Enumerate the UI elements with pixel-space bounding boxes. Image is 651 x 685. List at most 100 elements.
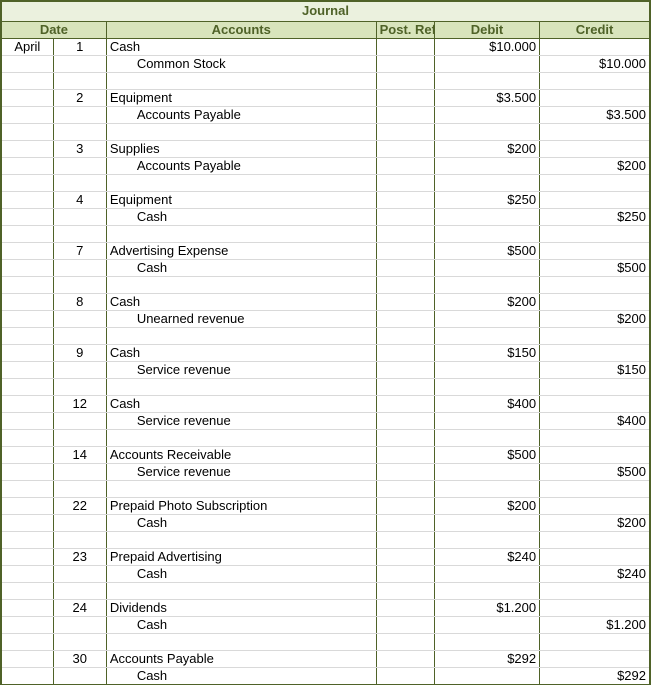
cell-post-ref[interactable]	[376, 242, 434, 259]
cell-month[interactable]	[1, 599, 53, 616]
cell-day[interactable]	[53, 259, 106, 276]
empty-cell[interactable]	[1, 378, 53, 395]
empty-cell[interactable]	[434, 72, 539, 89]
cell-day[interactable]	[53, 616, 106, 633]
empty-cell[interactable]	[1, 225, 53, 242]
empty-cell[interactable]	[540, 582, 650, 599]
cell-credit-amount[interactable]: $292	[540, 667, 650, 685]
empty-cell[interactable]	[53, 378, 106, 395]
cell-month[interactable]	[1, 259, 53, 276]
cell-credit-amount[interactable]: $500	[540, 259, 650, 276]
empty-cell[interactable]	[53, 327, 106, 344]
cell-post-ref[interactable]	[376, 344, 434, 361]
cell-debit-amount[interactable]: $3.500	[434, 89, 539, 106]
cell-debit-account[interactable]: Prepaid Advertising	[106, 548, 376, 565]
cell-credit-amount[interactable]: $200	[540, 310, 650, 327]
cell-post-ref[interactable]	[376, 38, 434, 55]
cell-post-ref[interactable]	[376, 191, 434, 208]
cell-post-ref[interactable]	[376, 395, 434, 412]
cell-day[interactable]: 3	[53, 140, 106, 157]
cell-credit-amount[interactable]: $150	[540, 361, 650, 378]
cell-month[interactable]	[1, 395, 53, 412]
empty-cell[interactable]	[106, 633, 376, 650]
empty-cell[interactable]	[1, 582, 53, 599]
empty-cell[interactable]	[434, 174, 539, 191]
cell-credit-amount[interactable]: $500	[540, 463, 650, 480]
empty-cell[interactable]	[376, 123, 434, 140]
cell-debit-amount[interactable]: $10.000	[434, 38, 539, 55]
empty-cell[interactable]	[376, 72, 434, 89]
cell-post-ref[interactable]	[376, 89, 434, 106]
cell-day[interactable]	[53, 310, 106, 327]
cell-day[interactable]	[53, 55, 106, 72]
cell-month[interactable]	[1, 140, 53, 157]
cell-day[interactable]	[53, 157, 106, 174]
cell-debit-amount[interactable]	[434, 412, 539, 429]
cell-month[interactable]	[1, 548, 53, 565]
cell-debit-amount[interactable]: $200	[434, 497, 539, 514]
cell-post-ref[interactable]	[376, 616, 434, 633]
cell-month[interactable]	[1, 242, 53, 259]
cell-day[interactable]: 7	[53, 242, 106, 259]
cell-day[interactable]: 9	[53, 344, 106, 361]
empty-cell[interactable]	[376, 378, 434, 395]
empty-cell[interactable]	[1, 174, 53, 191]
cell-credit-amount[interactable]	[540, 599, 650, 616]
cell-debit-amount[interactable]	[434, 463, 539, 480]
empty-cell[interactable]	[1, 480, 53, 497]
cell-debit-amount[interactable]	[434, 616, 539, 633]
cell-month[interactable]	[1, 55, 53, 72]
cell-month[interactable]	[1, 446, 53, 463]
empty-cell[interactable]	[53, 429, 106, 446]
cell-month[interactable]	[1, 344, 53, 361]
cell-debit-amount[interactable]: $200	[434, 293, 539, 310]
empty-cell[interactable]	[376, 633, 434, 650]
cell-month[interactable]	[1, 157, 53, 174]
cell-debit-amount[interactable]	[434, 514, 539, 531]
cell-credit-account[interactable]: Cash	[106, 667, 376, 685]
cell-credit-amount[interactable]: $10.000	[540, 55, 650, 72]
cell-credit-account[interactable]: Cash	[106, 208, 376, 225]
cell-credit-amount[interactable]	[540, 395, 650, 412]
cell-credit-account[interactable]: Accounts Payable	[106, 106, 376, 123]
cell-credit-amount[interactable]: $240	[540, 565, 650, 582]
cell-day[interactable]: 2	[53, 89, 106, 106]
empty-cell[interactable]	[376, 429, 434, 446]
cell-debit-amount[interactable]	[434, 565, 539, 582]
cell-debit-amount[interactable]: $500	[434, 242, 539, 259]
cell-credit-account[interactable]: Cash	[106, 514, 376, 531]
cell-debit-amount[interactable]	[434, 361, 539, 378]
cell-post-ref[interactable]	[376, 650, 434, 667]
cell-credit-amount[interactable]: $1.200	[540, 616, 650, 633]
cell-debit-amount[interactable]	[434, 157, 539, 174]
empty-cell[interactable]	[540, 633, 650, 650]
empty-cell[interactable]	[434, 378, 539, 395]
cell-debit-amount[interactable]	[434, 55, 539, 72]
cell-post-ref[interactable]	[376, 310, 434, 327]
cell-day[interactable]	[53, 106, 106, 123]
cell-credit-amount[interactable]	[540, 497, 650, 514]
empty-cell[interactable]	[540, 72, 650, 89]
cell-post-ref[interactable]	[376, 514, 434, 531]
empty-cell[interactable]	[106, 225, 376, 242]
cell-credit-amount[interactable]	[540, 242, 650, 259]
cell-debit-amount[interactable]	[434, 259, 539, 276]
empty-cell[interactable]	[434, 123, 539, 140]
empty-cell[interactable]	[376, 531, 434, 548]
cell-post-ref[interactable]	[376, 208, 434, 225]
cell-debit-amount[interactable]	[434, 667, 539, 685]
cell-credit-amount[interactable]	[540, 650, 650, 667]
empty-cell[interactable]	[434, 633, 539, 650]
empty-cell[interactable]	[540, 531, 650, 548]
empty-cell[interactable]	[106, 72, 376, 89]
cell-day[interactable]	[53, 565, 106, 582]
cell-post-ref[interactable]	[376, 293, 434, 310]
empty-cell[interactable]	[434, 327, 539, 344]
cell-day[interactable]: 24	[53, 599, 106, 616]
cell-post-ref[interactable]	[376, 548, 434, 565]
cell-debit-account[interactable]: Advertising Expense	[106, 242, 376, 259]
cell-month[interactable]	[1, 191, 53, 208]
cell-day[interactable]: 22	[53, 497, 106, 514]
cell-debit-account[interactable]: Accounts Payable	[106, 650, 376, 667]
cell-debit-account[interactable]: Prepaid Photo Subscription	[106, 497, 376, 514]
